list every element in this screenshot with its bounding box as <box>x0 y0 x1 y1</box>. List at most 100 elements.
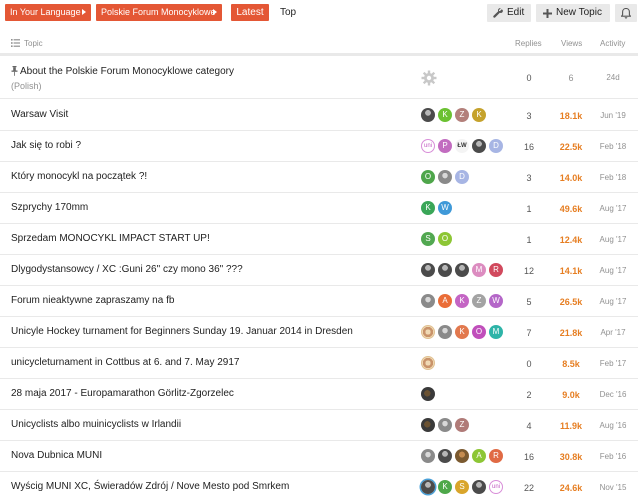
topic-row[interactable]: Warsaw Visit K Z K 3 18.1k Jun '19 <box>0 100 638 131</box>
avatar[interactable] <box>455 263 469 277</box>
avatar[interactable]: P <box>438 139 452 153</box>
activity-date[interactable]: Nov '15 <box>594 483 632 492</box>
topic-title-link[interactable]: Jak się to robi ? <box>11 140 81 151</box>
category-breadcrumb-subcategory[interactable]: Polskie Forum Monocyklowe <box>96 4 222 21</box>
avatar[interactable]: D <box>455 170 469 184</box>
activity-date[interactable]: Aug '17 <box>594 266 632 275</box>
topic-row[interactable]: unicycleturnament in Cottbus at 6. and 7… <box>0 348 638 379</box>
avatar[interactable]: D <box>489 139 503 153</box>
avatar[interactable]: K <box>472 108 486 122</box>
avatar[interactable]: A <box>438 294 452 308</box>
avatar[interactable]: K <box>455 325 469 339</box>
activity-date[interactable]: Aug '16 <box>594 421 632 430</box>
avatar[interactable] <box>472 139 486 153</box>
column-header-replies[interactable]: Replies <box>515 39 542 48</box>
topic-title-link[interactable]: 28 maja 2017 - Europamarathon Görlitz-Zg… <box>11 388 234 399</box>
topic-row[interactable]: Dlygodystansowcy / XC :Guni 26" czy mono… <box>0 255 638 286</box>
column-header-topic[interactable]: Topic <box>24 39 43 48</box>
avatar[interactable]: S <box>421 232 435 246</box>
topic-row[interactable]: Unicyle Hockey turnament for Beginners S… <box>0 317 638 348</box>
avatar[interactable] <box>421 356 435 370</box>
avatar[interactable]: W <box>489 294 503 308</box>
avatar[interactable] <box>421 418 435 432</box>
topic-title-link[interactable]: Który monocykl na początek ?! <box>11 171 147 182</box>
avatar[interactable]: uni <box>421 139 435 153</box>
tab-top[interactable]: Top <box>280 4 296 21</box>
topic-title-link[interactable]: Dlygodystansowcy / XC :Guni 26" czy mono… <box>11 264 243 275</box>
avatar[interactable] <box>421 325 435 339</box>
topic-row[interactable]: 28 maja 2017 - Europamarathon Görlitz-Zg… <box>0 379 638 410</box>
avatar[interactable]: ŁW <box>455 139 469 153</box>
activity-date[interactable]: Feb '18 <box>594 142 632 151</box>
topic-title-link[interactable]: Sprzedam MONOCYKL IMPACT START UP! <box>11 233 210 244</box>
activity-date[interactable]: Apr '17 <box>594 328 632 337</box>
topic-row[interactable]: Szprychy 170mm K W 1 49.6k Aug '17 <box>0 193 638 224</box>
topic-title-link[interactable]: Warsaw Visit <box>11 109 68 120</box>
topic-row[interactable]: Unicyclists albo muinicyclists w Irlandi… <box>0 410 638 441</box>
avatar[interactable] <box>421 449 435 463</box>
avatar[interactable] <box>438 170 452 184</box>
avatar[interactable] <box>438 418 452 432</box>
avatar[interactable]: O <box>472 325 486 339</box>
topic-title-link[interactable]: Szprychy 170mm <box>11 202 88 213</box>
activity-date[interactable]: 24d <box>594 73 632 82</box>
topic-row[interactable]: Sprzedam MONOCYKL IMPACT START UP! S O 1 12.… <box>0 224 638 255</box>
avatar[interactable]: R <box>489 449 503 463</box>
avatar[interactable] <box>421 263 435 277</box>
topic-title-link[interactable]: Forum nieaktywne zapraszamy na fb <box>11 295 174 306</box>
topic-title-link[interactable]: About the Polskie Forum Monocyklowe cate… <box>20 66 234 77</box>
list-icon[interactable] <box>11 39 20 47</box>
avatar[interactable]: O <box>421 170 435 184</box>
activity-date[interactable]: Feb '18 <box>594 173 632 182</box>
avatar[interactable]: K <box>421 201 435 215</box>
avatar[interactable]: K <box>438 108 452 122</box>
edit-category-button[interactable]: Edit <box>487 4 531 22</box>
avatar[interactable] <box>421 480 435 494</box>
activity-date[interactable]: Aug '17 <box>594 204 632 213</box>
activity-date[interactable]: Dec '16 <box>594 390 632 399</box>
activity-date[interactable]: Jun '19 <box>594 111 632 120</box>
avatar[interactable]: S <box>455 480 469 494</box>
avatar[interactable]: K <box>438 480 452 494</box>
avatar[interactable]: W <box>438 201 452 215</box>
topic-title-link[interactable]: unicycleturnament in Cottbus at 6. and 7… <box>11 357 239 368</box>
topic-row[interactable]: Jak się to robi ? uni P ŁW D 16 22.5k Feb '18 <box>0 131 638 162</box>
topic-row[interactable]: Nova Dubnica MUNI A R 16 30.8k Feb '16 <box>0 441 638 472</box>
category-breadcrumb-language[interactable]: In Your Language <box>5 4 91 21</box>
avatar[interactable] <box>438 449 452 463</box>
topic-row[interactable]: Wyścig MUNI XC, Świeradów Zdrój / Nove M… <box>0 472 638 500</box>
avatar[interactable]: uni <box>489 480 503 494</box>
avatar[interactable]: O <box>438 232 452 246</box>
avatar[interactable]: A <box>472 449 486 463</box>
avatar[interactable] <box>438 325 452 339</box>
avatar[interactable]: Z <box>455 418 469 432</box>
activity-date[interactable]: Feb '16 <box>594 452 632 461</box>
avatar[interactable] <box>455 449 469 463</box>
topic-title-link[interactable]: Unicyle Hockey turnament for Beginners S… <box>11 326 353 337</box>
column-header-activity[interactable]: Activity <box>600 39 625 48</box>
tab-latest[interactable]: Latest <box>231 4 269 21</box>
notifications-button[interactable] <box>615 4 637 22</box>
activity-date[interactable]: Aug '17 <box>594 235 632 244</box>
avatar[interactable] <box>421 387 435 401</box>
topic-title-link[interactable]: Nova Dubnica MUNI <box>11 450 102 461</box>
topic-row[interactable]: Forum nieaktywne zapraszamy na fb A K Z W 5 26… <box>0 286 638 317</box>
avatar[interactable] <box>438 263 452 277</box>
avatar[interactable]: M <box>489 325 503 339</box>
avatar[interactable]: Z <box>455 108 469 122</box>
avatar[interactable]: M <box>472 263 486 277</box>
activity-date[interactable]: Aug '17 <box>594 297 632 306</box>
column-header-views[interactable]: Views <box>561 39 582 48</box>
activity-date[interactable]: Feb '17 <box>594 359 632 368</box>
new-topic-button[interactable]: New Topic <box>536 4 610 22</box>
avatar[interactable]: Z <box>472 294 486 308</box>
topic-title-link[interactable]: Unicyclists albo muinicyclists w Irlandi… <box>11 419 181 430</box>
avatar[interactable] <box>421 294 435 308</box>
topic-row[interactable]: About the Polskie Forum Monocyklowe cate… <box>0 57 638 99</box>
topic-row[interactable]: Który monocykl na początek ?! O D 3 14.0k Feb… <box>0 162 638 193</box>
avatar[interactable]: K <box>455 294 469 308</box>
avatar[interactable] <box>421 108 435 122</box>
avatar[interactable]: R <box>489 263 503 277</box>
avatar[interactable] <box>472 480 486 494</box>
topic-title-link[interactable]: Wyścig MUNI XC, Świeradów Zdrój / Nove M… <box>11 481 289 492</box>
